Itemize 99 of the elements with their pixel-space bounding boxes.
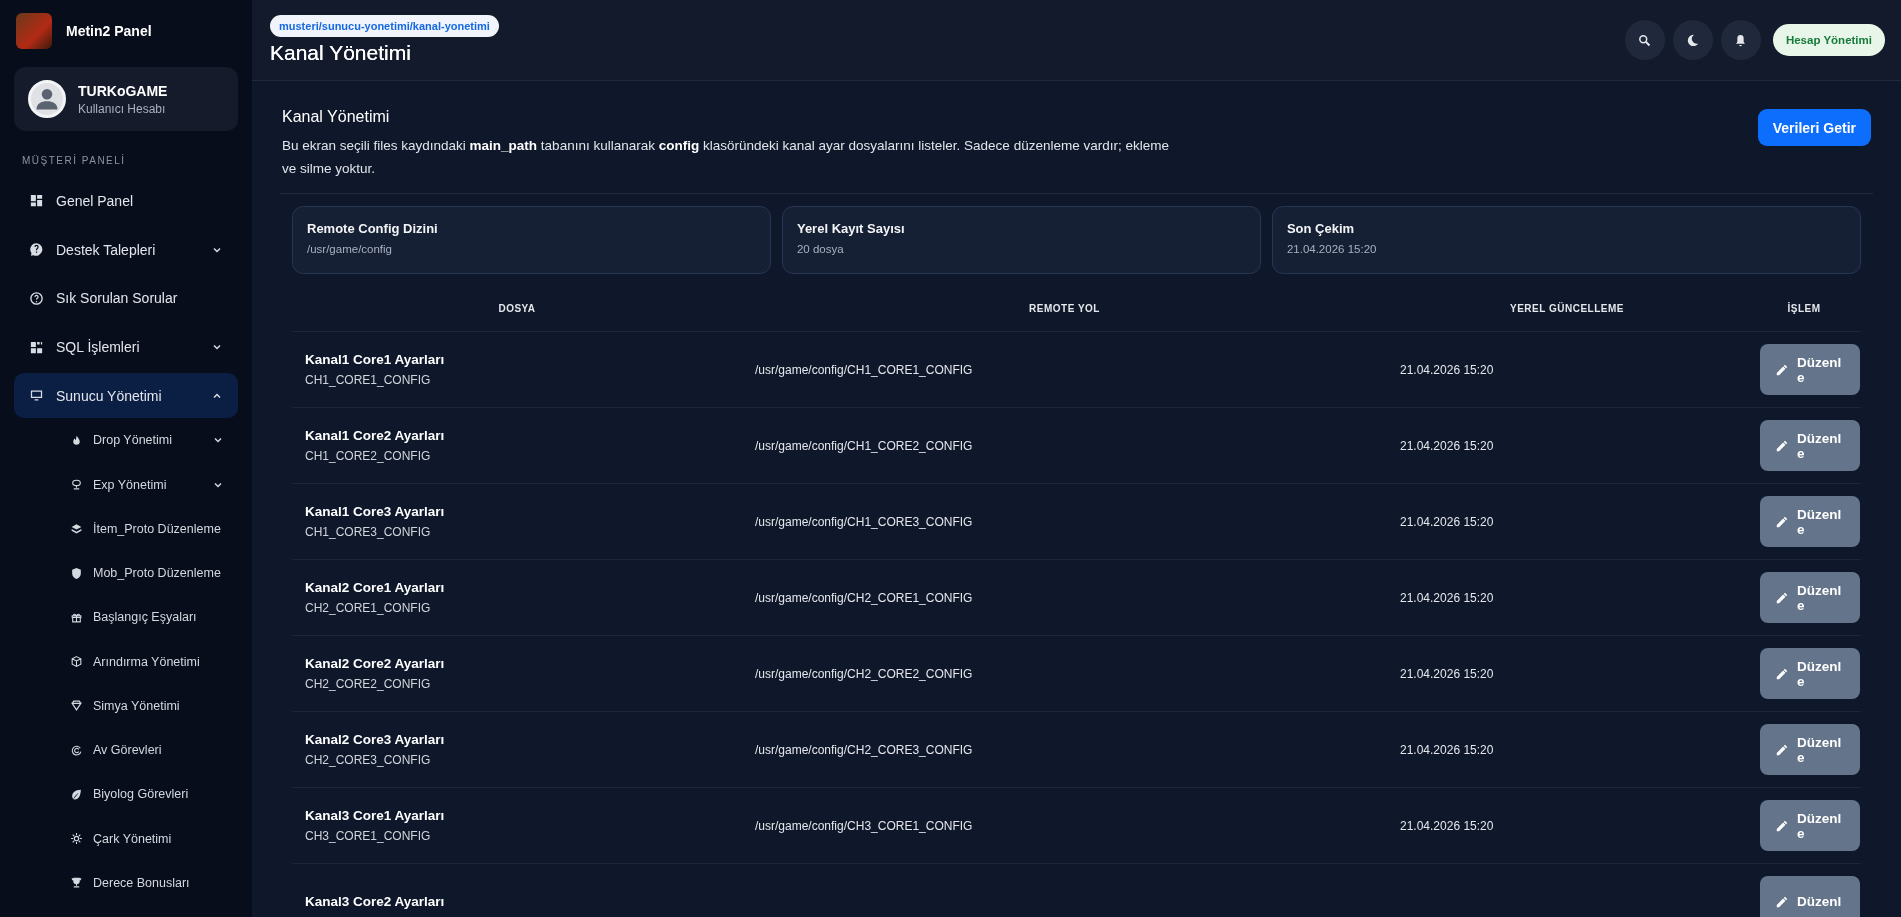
file-code: CH1_CORE1_CONFIG <box>305 373 432 387</box>
edit-button[interactable]: Düzenle <box>1760 420 1860 471</box>
notifications-button[interactable] <box>1720 20 1761 60</box>
column-header: DOSYA <box>497 303 537 314</box>
stat-label: Son Çekim <box>1286 221 1356 236</box>
pencil-icon <box>1775 590 1789 605</box>
updated-date: 21.04.2026 15:20 <box>1400 590 1494 605</box>
remote-path: /usr/game/config/CH1_CORE3_CONFIG <box>755 514 973 529</box>
nav-subitem[interactable]: Başlangıç Eşyaları <box>14 595 238 640</box>
layers-icon <box>70 522 83 536</box>
pencil-icon <box>1775 362 1789 377</box>
trophy-icon <box>70 876 83 890</box>
spiral-icon <box>70 743 83 757</box>
help-circle-icon <box>29 290 44 306</box>
nav-subitem[interactable]: Biyolog Görevleri <box>14 772 238 817</box>
file-name: Kanal2 Core2 Ayarları <box>305 656 446 671</box>
pencil-icon <box>1775 894 1789 909</box>
section-label: MÜŞTERİ PANELİ <box>22 155 127 167</box>
pencil-icon <box>1775 666 1789 681</box>
logo-icon <box>16 12 52 49</box>
edit-button[interactable]: Düzenle <box>1760 648 1860 699</box>
brand-title: Metin2 Panel <box>66 22 152 39</box>
file-code: CH2_CORE3_CONFIG <box>305 753 432 767</box>
sun-icon <box>70 832 83 846</box>
remote-path: /usr/game/config/CH1_CORE2_CONFIG <box>755 438 973 453</box>
edit-button[interactable]: Düzenle <box>1760 724 1860 775</box>
stat-value: 20 dosya <box>796 243 845 255</box>
nav-subitem[interactable]: Exp Yönetimi <box>14 462 238 507</box>
file-name: Kanal2 Core3 Ayarları <box>305 732 446 747</box>
account-button[interactable]: Hesap Yönetimi <box>1772 24 1885 56</box>
user-role: Kullanıcı Hesabı <box>78 101 167 116</box>
stat-value: 21.04.2026 15:20 <box>1286 243 1378 255</box>
nav-item[interactable]: SQL İşlemleri <box>14 324 238 370</box>
gem-icon <box>70 699 83 713</box>
column-header: REMOTE YOL <box>1028 303 1101 314</box>
column-header: YEREL GÜNCELLEME <box>1509 303 1625 314</box>
fetch-button[interactable]: Verileri Getir <box>1757 109 1871 146</box>
nav-subitem[interactable]: Simya Yönetimi <box>14 683 238 728</box>
file-code: CH2_CORE2_CONFIG <box>305 677 432 691</box>
updated-date: 21.04.2026 15:20 <box>1400 742 1494 757</box>
column-header: İŞLEM <box>1786 303 1822 314</box>
page-title: Kanal Yönetimi <box>270 41 411 65</box>
file-code: CH1_CORE2_CONFIG <box>305 449 432 463</box>
nav-subitem[interactable]: Av Görevleri <box>14 727 238 773</box>
nav-item[interactable]: Sık Sorulan Sorular <box>14 275 238 321</box>
pencil-icon <box>1775 514 1789 529</box>
remote-path: /usr/game/config/CH2_CORE3_CONFIG <box>755 742 973 757</box>
file-name: Kanal1 Core3 Ayarları <box>305 504 446 519</box>
flame-icon <box>70 433 83 447</box>
stat-label: Yerel Kayıt Sayısı <box>796 221 906 236</box>
nav-subitem[interactable]: Drop Yönetimi <box>14 418 238 463</box>
search-icon <box>1637 32 1653 48</box>
panel-description: Bu ekran seçili files kaydındaki main_path tabanını kullanarak config klasöründeki kanal ayar dosyalarını listeler. Sadece düzenleme vardır; ekleme ve silme yoktur. <box>282 137 1170 178</box>
remote-path: /usr/game/config/CH1_CORE1_CONFIG <box>755 362 973 377</box>
user-name: TURKoGAME <box>78 82 168 99</box>
updated-date: 21.04.2026 15:20 <box>1400 818 1494 833</box>
monitor-icon <box>29 388 44 404</box>
leaf-icon <box>70 787 83 801</box>
file-code: CH1_CORE3_CONFIG <box>305 525 432 539</box>
nav-subitem[interactable]: İtem_Proto Düzenleme <box>14 506 238 551</box>
dashboard-icon <box>29 193 44 209</box>
remote-path: /usr/game/config/CH3_CORE1_CONFIG <box>755 818 973 833</box>
remote-path: /usr/game/config/CH2_CORE2_CONFIG <box>755 666 973 681</box>
file-name: Kanal2 Core1 Ayarları <box>305 580 446 595</box>
grid-icon <box>29 339 44 355</box>
nav-item[interactable]: Sunucu Yönetimi <box>14 373 238 419</box>
remote-path: /usr/game/config/CH2_CORE1_CONFIG <box>755 590 973 605</box>
edit-button[interactable]: Düzenle <box>1760 496 1860 547</box>
nav-subitem[interactable]: Çark Yönetimi <box>14 816 238 861</box>
edit-button[interactable]: Düzenle <box>1760 572 1860 623</box>
nav-subitem[interactable]: Derece Bonusları <box>14 860 238 905</box>
file-name: Kanal3 Core2 Ayarları <box>305 894 446 909</box>
breadcrumb[interactable]: musteri/sunucu-yonetimi/kanal-yonetimi <box>270 15 499 37</box>
edit-button[interactable]: Düzenl <box>1760 876 1860 917</box>
pencil-icon <box>1775 742 1789 757</box>
updated-date: 21.04.2026 15:20 <box>1400 666 1494 681</box>
nav-subitem[interactable]: Mob_Proto Düzenleme <box>14 550 238 596</box>
updated-date: 21.04.2026 15:20 <box>1400 438 1494 453</box>
search-button[interactable] <box>1624 20 1665 60</box>
file-name: Kanal1 Core1 Ayarları <box>305 352 446 367</box>
theme-button[interactable] <box>1672 20 1713 60</box>
help-bubble-icon <box>29 242 44 258</box>
stat-label: Remote Config Dizini <box>307 221 439 236</box>
updated-date: 21.04.2026 15:20 <box>1400 514 1494 529</box>
edit-button[interactable]: Düzenle <box>1760 344 1860 395</box>
nav-subitem[interactable]: Arındırma Yönetimi <box>14 639 238 684</box>
updated-date: 21.04.2026 15:20 <box>1400 362 1494 377</box>
nav-item[interactable]: Destek Talepleri <box>14 227 238 272</box>
cube-icon <box>70 655 83 669</box>
file-name: Kanal1 Core2 Ayarları <box>305 428 446 443</box>
nav-item[interactable]: Genel Panel <box>14 178 238 224</box>
file-code: CH2_CORE1_CONFIG <box>305 601 432 615</box>
panel-title: Kanal Yönetimi <box>282 108 391 126</box>
file-name: Kanal3 Core1 Ayarları <box>305 808 446 823</box>
pencil-icon <box>1775 438 1789 453</box>
pencil-icon <box>1775 818 1789 833</box>
edit-button[interactable]: Düzenle <box>1760 800 1860 851</box>
file-code: CH3_CORE1_CONFIG <box>305 829 432 843</box>
stat-value: /usr/game/config <box>307 243 393 255</box>
